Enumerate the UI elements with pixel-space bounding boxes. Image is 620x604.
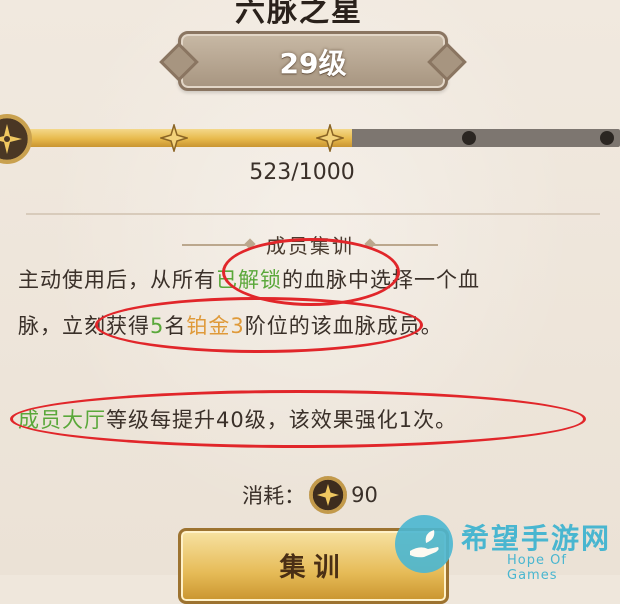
annotation-ellipse [10, 390, 586, 448]
locked-node-dot [600, 131, 614, 145]
progress-text: 523/1000 [249, 160, 355, 185]
page-title: 六脉之星 [235, 0, 363, 29]
ornament-right [368, 243, 438, 246]
annotation-ellipse [222, 238, 400, 306]
star-node-icon [316, 124, 344, 152]
annotation-ellipse [95, 297, 423, 353]
cost-value: 90 [351, 483, 378, 507]
watermark-subtitle: Hope Of Games [507, 553, 567, 583]
star-node-icon [160, 124, 188, 152]
cost-label: 消耗： [242, 484, 306, 508]
locked-node-dot [462, 131, 476, 145]
level-progress-bar [0, 114, 620, 164]
level-plaque: 29级 [178, 31, 448, 91]
desc-text: 主动使用后，从所有 [18, 268, 216, 292]
watermark-title: 希望手游网 [461, 522, 612, 555]
watermark: 希望手游网 Hope Of Games [395, 515, 620, 583]
training-token-icon [309, 476, 348, 514]
ornament-left [182, 243, 252, 246]
hand-leaf-logo-icon [395, 515, 453, 573]
level-label: 29级 [279, 47, 347, 80]
cost-row: 消耗： 90 [0, 476, 620, 514]
section-divider [26, 213, 600, 215]
